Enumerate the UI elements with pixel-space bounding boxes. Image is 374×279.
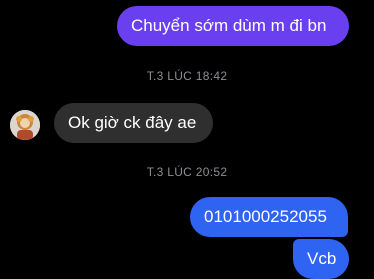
avatar-image [10,110,40,140]
message-text: Ok giờ ck đây ae [68,113,197,132]
outgoing-message-bubble[interactable]: Chuyển sớm dùm m đi bn [117,6,349,46]
message-text: Chuyển sớm dùm m đi bn [131,16,327,35]
outgoing-message-bubble[interactable]: Vcb [293,239,349,279]
message-text: Vcb [307,249,337,268]
timestamp-divider: T.3 LÚC 18:42 [146,69,228,83]
outgoing-message-bubble[interactable]: 0101000252055 [190,197,348,237]
contact-avatar-icon[interactable] [10,110,40,140]
message-text: 0101000252055 [204,207,327,226]
timestamp-divider: T.3 LÚC 20:52 [146,165,228,179]
incoming-message-bubble[interactable]: Ok giờ ck đây ae [54,103,213,143]
